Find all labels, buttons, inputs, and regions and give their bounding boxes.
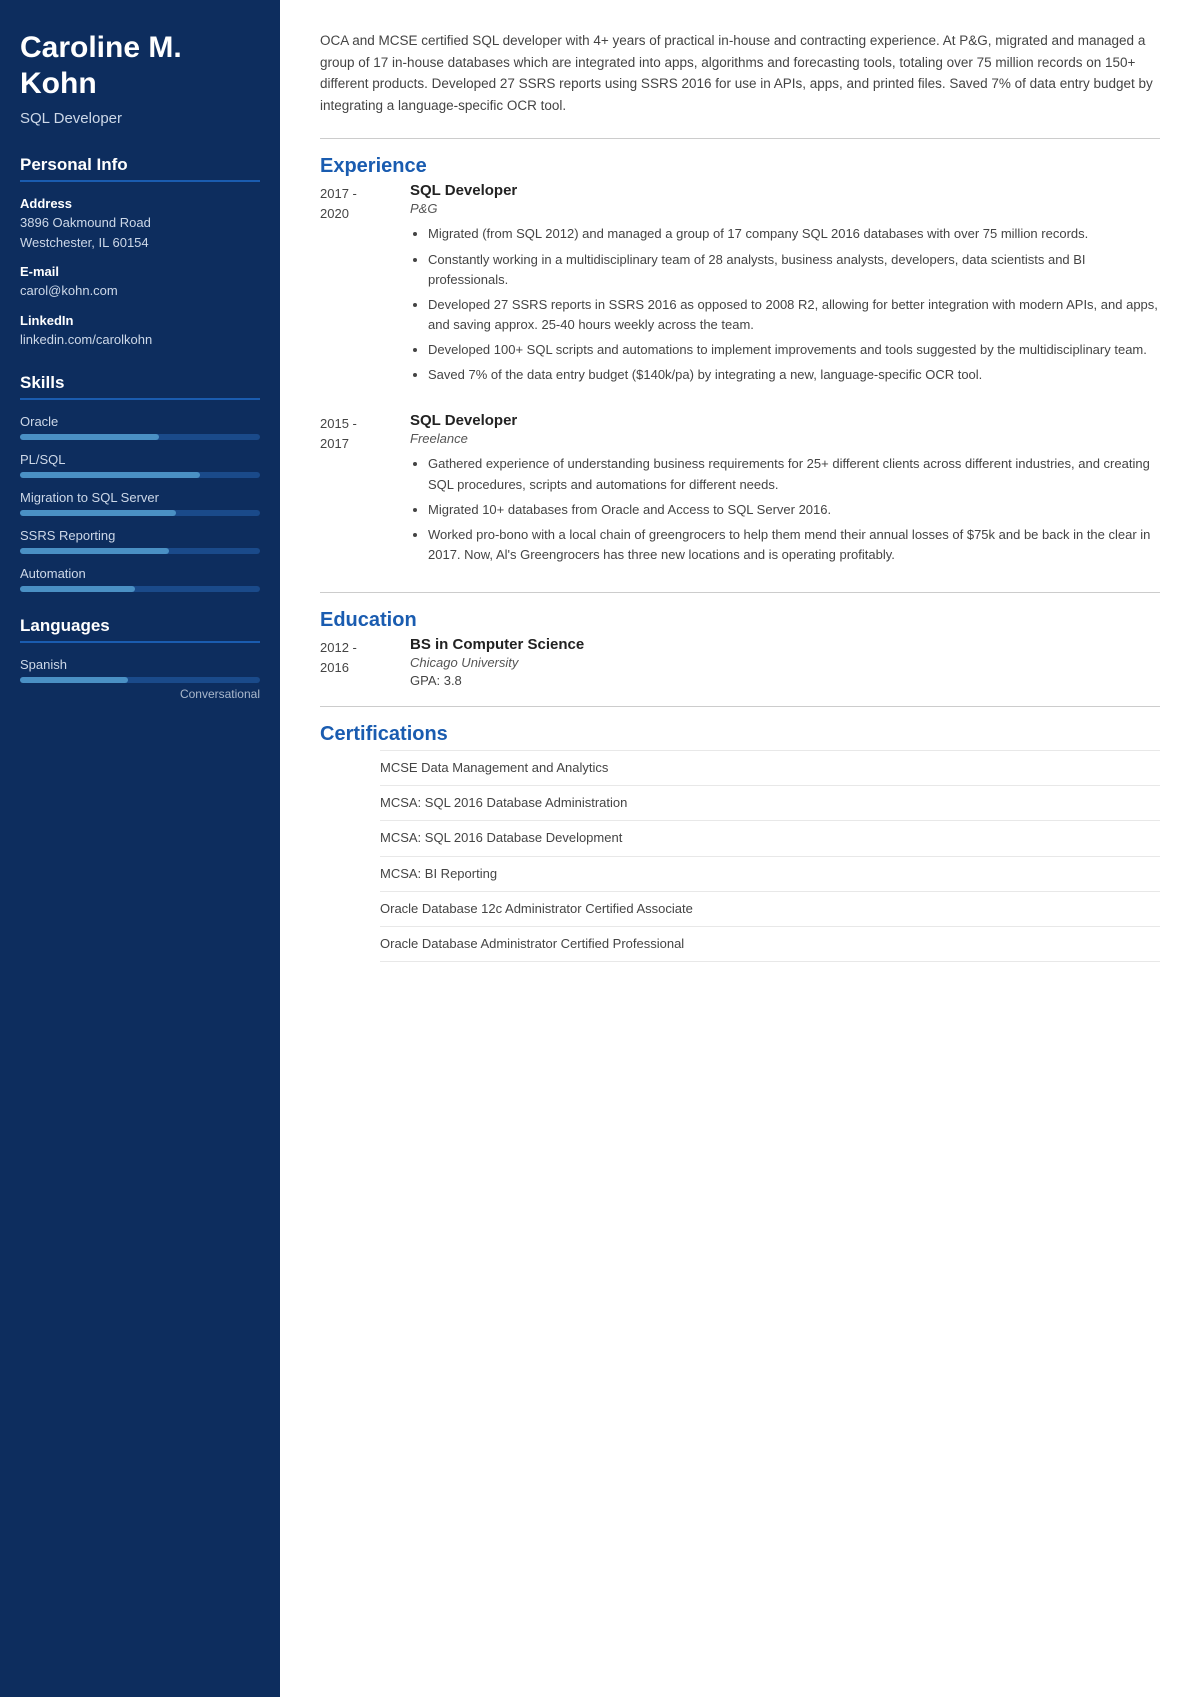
address-line1: 3896 Oakmound Road [20, 213, 260, 233]
education-content: BS in Computer Science Chicago Universit… [410, 636, 584, 688]
skill-bar-bg [20, 472, 260, 478]
education-heading: Education [320, 609, 1160, 632]
edu-date-end: 2016 [320, 660, 349, 675]
language-name: Spanish [20, 657, 260, 672]
certifications-heading: Certifications [320, 723, 1160, 746]
skill-bar-fill [20, 510, 176, 516]
date-end: 2020 [320, 206, 349, 221]
experience-content: SQL Developer P&G Migrated (from SQL 201… [410, 182, 1160, 390]
skill-bar-fill [20, 586, 135, 592]
languages-list: Spanish Conversational [20, 657, 260, 701]
education-list: 2012 - 2016 BS in Computer Science Chica… [320, 636, 1160, 688]
skill-name: Migration to SQL Server [20, 490, 260, 505]
skill-name: PL/SQL [20, 452, 260, 467]
list-item: Saved 7% of the data entry budget ($140k… [428, 365, 1160, 385]
skill-bar-bg [20, 510, 260, 516]
linkedin-label: LinkedIn [20, 313, 260, 328]
experience-entry: 2017 - 2020 SQL Developer P&G Migrated (… [320, 182, 1160, 390]
candidate-name: Caroline M. Kohn [20, 30, 260, 102]
edu-date-start: 2012 - [320, 640, 357, 655]
resume-container: Caroline M. Kohn SQL Developer Personal … [0, 0, 1200, 1697]
date-end: 2017 [320, 436, 349, 451]
gpa-value: GPA: 3.8 [410, 673, 584, 688]
certification-item: Oracle Database Administrator Certified … [380, 927, 1160, 962]
language-item: Spanish Conversational [20, 657, 260, 701]
personal-info-heading: Personal Info [20, 155, 260, 182]
company-name: P&G [410, 201, 1160, 216]
certifications-list: MCSE Data Management and AnalyticsMCSA: … [320, 750, 1160, 962]
skill-item: PL/SQL [20, 452, 260, 478]
candidate-title: SQL Developer [20, 110, 260, 127]
experience-dates: 2015 - 2017 [320, 412, 410, 570]
experience-entry: 2015 - 2017 SQL Developer Freelance Gath… [320, 412, 1160, 570]
list-item: Migrated (from SQL 2012) and managed a g… [428, 224, 1160, 244]
skill-name: SSRS Reporting [20, 528, 260, 543]
skill-name: Oracle [20, 414, 260, 429]
list-item: Gathered experience of understanding bus… [428, 454, 1160, 494]
language-level: Conversational [20, 687, 260, 701]
summary-text: OCA and MCSE certified SQL developer wit… [320, 30, 1160, 116]
language-bar-bg [20, 677, 260, 683]
certification-item: MCSE Data Management and Analytics [380, 750, 1160, 786]
language-bar-fill [20, 677, 128, 683]
address-label: Address [20, 196, 260, 211]
list-item: Constantly working in a multidisciplinar… [428, 250, 1160, 290]
certification-item: MCSA: SQL 2016 Database Administration [380, 786, 1160, 821]
experience-dates: 2017 - 2020 [320, 182, 410, 390]
company-name: Freelance [410, 431, 1160, 446]
email-value: carol@kohn.com [20, 281, 260, 301]
skill-bar-fill [20, 548, 169, 554]
skill-bar-fill [20, 472, 200, 478]
certifications-divider [320, 706, 1160, 707]
certification-item: Oracle Database 12c Administrator Certif… [380, 892, 1160, 927]
list-item: Developed 27 SSRS reports in SSRS 2016 a… [428, 295, 1160, 335]
skills-list: Oracle PL/SQL Migration to SQL Server SS… [20, 414, 260, 592]
experience-heading: Experience [320, 155, 1160, 178]
experience-content: SQL Developer Freelance Gathered experie… [410, 412, 1160, 570]
experience-bullets: Gathered experience of understanding bus… [410, 454, 1160, 565]
skill-item: SSRS Reporting [20, 528, 260, 554]
list-item: Worked pro-bono with a local chain of gr… [428, 525, 1160, 565]
list-item: Developed 100+ SQL scripts and automatio… [428, 340, 1160, 360]
education-dates: 2012 - 2016 [320, 636, 410, 688]
skill-bar-bg [20, 434, 260, 440]
job-title: SQL Developer [410, 412, 1160, 429]
address-line2: Westchester, IL 60154 [20, 233, 260, 253]
school-name: Chicago University [410, 655, 584, 670]
education-entry: 2012 - 2016 BS in Computer Science Chica… [320, 636, 1160, 688]
experience-bullets: Migrated (from SQL 2012) and managed a g… [410, 224, 1160, 385]
languages-heading: Languages [20, 616, 260, 643]
skill-item: Automation [20, 566, 260, 592]
certification-item: MCSA: BI Reporting [380, 857, 1160, 892]
skill-bar-fill [20, 434, 159, 440]
certification-item: MCSA: SQL 2016 Database Development [380, 821, 1160, 856]
email-label: E-mail [20, 264, 260, 279]
date-start: 2017 - [320, 186, 357, 201]
skill-bar-bg [20, 586, 260, 592]
degree-title: BS in Computer Science [410, 636, 584, 653]
skills-heading: Skills [20, 373, 260, 400]
experience-divider [320, 138, 1160, 139]
skill-item: Oracle [20, 414, 260, 440]
sidebar: Caroline M. Kohn SQL Developer Personal … [0, 0, 280, 1697]
list-item: Migrated 10+ databases from Oracle and A… [428, 500, 1160, 520]
skill-bar-bg [20, 548, 260, 554]
main-content: OCA and MCSE certified SQL developer wit… [280, 0, 1200, 1697]
skill-name: Automation [20, 566, 260, 581]
linkedin-value: linkedin.com/carolkohn [20, 330, 260, 350]
education-divider [320, 592, 1160, 593]
skill-item: Migration to SQL Server [20, 490, 260, 516]
experience-list: 2017 - 2020 SQL Developer P&G Migrated (… [320, 182, 1160, 570]
job-title: SQL Developer [410, 182, 1160, 199]
date-start: 2015 - [320, 416, 357, 431]
